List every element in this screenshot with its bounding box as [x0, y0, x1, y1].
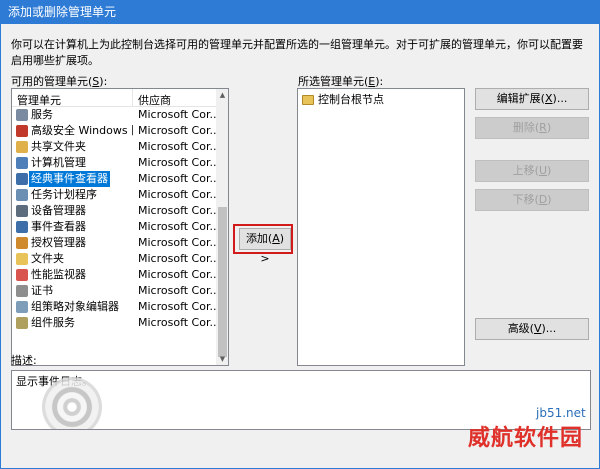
remove-button[interactable]: 删除(R): [475, 117, 589, 139]
list-item[interactable]: 经典事件查看器 Microsoft Cor...: [12, 171, 216, 187]
list-item[interactable]: 授权管理器 Microsoft Cor...: [12, 235, 216, 251]
list-scrollbar[interactable]: ▲ ▼: [216, 89, 228, 365]
list-item[interactable]: 文件夹 Microsoft Cor...: [12, 251, 216, 267]
snapin-vendor: Microsoft Cor...: [138, 140, 216, 153]
snapin-vendor: Microsoft Cor...: [138, 188, 216, 201]
snapin-icon: [16, 109, 28, 121]
snapin-icon: [16, 125, 28, 137]
snapin-name: 计算机管理: [31, 156, 86, 169]
snapin-vendor: Microsoft Cor...: [138, 300, 216, 313]
snapin-name: 服务: [31, 108, 53, 121]
selected-label: 所选管理单元(E):: [298, 75, 384, 88]
scroll-down-icon[interactable]: ▼: [216, 353, 228, 365]
window-title: 添加或删除管理单元: [8, 5, 117, 19]
snapin-icon: [16, 221, 28, 233]
list-rows: 服务 Microsoft Cor... 高级安全 Windows 防... Micro…: [12, 107, 216, 331]
scroll-thumb[interactable]: [218, 207, 227, 357]
snapin-name: 文件夹: [31, 252, 64, 265]
snapin-icon: [16, 173, 28, 185]
list-item[interactable]: 计算机管理 Microsoft Cor...: [12, 155, 216, 171]
add-button[interactable]: 添加(A) >: [239, 228, 291, 265]
available-snapins-list[interactable]: 管理单元 供应商 服务 Microsoft Cor... 高级安全 Windows …: [11, 88, 229, 366]
snapin-vendor: Microsoft Cor...: [138, 108, 216, 121]
snapin-vendor: Microsoft Cor...: [138, 124, 216, 137]
watermark-site: jb51.net: [536, 406, 586, 420]
snapin-icon: [16, 253, 28, 265]
snapin-vendor: Microsoft Cor...: [138, 236, 216, 249]
snapin-name: 高级安全 Windows 防...: [31, 124, 133, 137]
dialog-body: 你可以在计算机上为此控制台选择可用的管理单元并配置所选的一组管理单元。对于可扩展…: [0, 24, 600, 469]
snapin-vendor: Microsoft Cor...: [138, 252, 216, 265]
list-item[interactable]: 性能监视器 Microsoft Cor...: [12, 267, 216, 283]
snapin-vendor: Microsoft Cor...: [138, 268, 216, 281]
snapin-name: 性能监视器: [31, 268, 86, 281]
move-down-button[interactable]: 下移(D): [475, 189, 589, 211]
snapin-vendor: Microsoft Cor...: [138, 220, 216, 233]
list-item[interactable]: 服务 Microsoft Cor...: [12, 107, 216, 123]
available-label: 可用的管理单元(S):: [11, 75, 108, 88]
snapin-vendor: Microsoft Cor...: [138, 316, 216, 329]
snapin-name: 授权管理器: [31, 236, 86, 249]
snapin-icon: [16, 285, 28, 297]
snapin-name: 任务计划程序: [31, 188, 97, 201]
snapin-name: 共享文件夹: [31, 140, 86, 153]
snapin-icon: [16, 269, 28, 281]
list-item[interactable]: 设备管理器 Microsoft Cor...: [12, 203, 216, 219]
list-item[interactable]: 共享文件夹 Microsoft Cor...: [12, 139, 216, 155]
snapin-icon: [16, 237, 28, 249]
list-item[interactable]: 高级安全 Windows 防... Microsoft Cor...: [12, 123, 216, 139]
scroll-up-icon[interactable]: ▲: [216, 89, 228, 101]
col-header-name[interactable]: 管理单元: [17, 92, 61, 108]
snapin-icon: [16, 205, 28, 217]
snapin-name: 经典事件查看器: [29, 171, 110, 187]
col-header-vendor[interactable]: 供应商: [138, 92, 171, 108]
snapin-icon: [16, 301, 28, 313]
snapin-name: 组策略对象编辑器: [31, 300, 119, 313]
snapin-icon: [16, 189, 28, 201]
snapin-vendor: Microsoft Cor...: [138, 204, 216, 217]
watermark-swirl-icon: [42, 377, 102, 429]
advanced-button[interactable]: 高级(V)...: [475, 318, 589, 340]
title-bar: 添加或删除管理单元: [0, 0, 600, 24]
list-item[interactable]: 事件查看器 Microsoft Cor...: [12, 219, 216, 235]
snapin-name: 证书: [31, 284, 53, 297]
snapin-icon: [16, 141, 28, 153]
snapin-name: 设备管理器: [31, 204, 86, 217]
edit-extensions-button[interactable]: 编辑扩展(X)...: [475, 88, 589, 110]
snapin-icon: [16, 157, 28, 169]
move-up-button[interactable]: 上移(U): [475, 160, 589, 182]
folder-icon: [302, 95, 314, 105]
list-header: 管理单元 供应商: [12, 89, 216, 107]
description-label: 描述:: [11, 354, 37, 367]
list-item[interactable]: 组件服务 Microsoft Cor...: [12, 315, 216, 331]
selected-snapins-tree[interactable]: 控制台根节点: [297, 88, 465, 366]
list-item[interactable]: 证书 Microsoft Cor...: [12, 283, 216, 299]
watermark-brand: 威航软件园: [468, 426, 584, 451]
list-item[interactable]: 组策略对象编辑器 Microsoft Cor...: [12, 299, 216, 315]
snapin-vendor: Microsoft Cor...: [138, 284, 216, 297]
snapin-name: 事件查看器: [31, 220, 86, 233]
snapin-name: 组件服务: [31, 316, 75, 329]
snapin-icon: [16, 317, 28, 329]
snapin-vendor: Microsoft Cor...: [138, 172, 216, 185]
list-item[interactable]: 任务计划程序 Microsoft Cor...: [12, 187, 216, 203]
intro-text: 你可以在计算机上为此控制台选择可用的管理单元并配置所选的一组管理单元。对于可扩展…: [11, 38, 583, 67]
snapin-vendor: Microsoft Cor...: [138, 156, 216, 169]
